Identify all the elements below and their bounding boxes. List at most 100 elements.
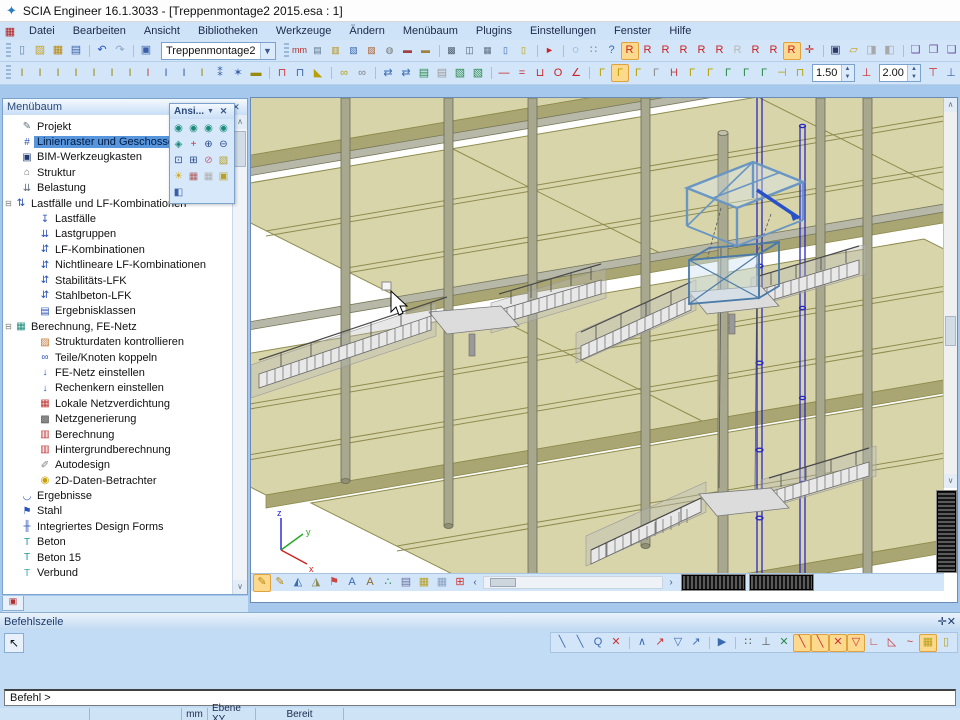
zoom-in-icon[interactable]: ⊕ — [201, 137, 216, 153]
tree-item-strukturdaten[interactable]: ▨ Strukturdaten kontrollieren — [3, 334, 232, 349]
snap-tri-active-icon[interactable]: ▽ — [847, 634, 865, 652]
pane-left-icon[interactable]: ◨ — [863, 42, 881, 60]
haunch-icon[interactable]: ◣ — [309, 64, 327, 82]
draw-parallel-icon[interactable]: = — [513, 64, 531, 82]
nodes-icon[interactable]: ∴ — [379, 574, 397, 592]
support-corner2-icon[interactable]: Γ — [611, 64, 629, 82]
box-green2-icon[interactable]: ▧ — [469, 64, 487, 82]
tree-item-stahlbeton-lfk[interactable]: ⇵ Stahlbeton-LFK — [3, 288, 232, 303]
view-z-icon[interactable]: ◉ — [201, 121, 216, 137]
tree-item-lastfaelle[interactable]: ↧ Lastfälle — [3, 211, 232, 226]
tree-item-lf-kombinationen[interactable]: ⇵ LF-Kombinationen — [3, 242, 232, 257]
command-input[interactable]: Befehl > — [4, 689, 956, 706]
view-2d-icon[interactable]: ▣ — [216, 169, 231, 185]
deselect-icon[interactable]: R — [747, 42, 765, 60]
open-project-icon[interactable]: ▨ — [31, 42, 49, 60]
selection-cursor-button[interactable]: ↖ — [4, 633, 24, 653]
snap-line1-icon[interactable]: ╲ — [553, 634, 571, 652]
spin-arrows[interactable]: ▲▼ — [841, 65, 854, 81]
spin-up-icon[interactable]: ▲ — [908, 65, 920, 73]
scale-spinbox-1[interactable]: 1.50 ▲▼ — [812, 64, 855, 82]
save-all-icon[interactable]: ▦ — [49, 42, 67, 60]
ucs-axes-icon[interactable]: + — [186, 137, 201, 153]
select-nodes-icon[interactable]: R — [621, 42, 639, 60]
cross-link-icon[interactable]: I — [49, 64, 67, 82]
draw-rect-icon[interactable]: ⊔ — [531, 64, 549, 82]
save-icon[interactable]: ▤ — [67, 42, 85, 60]
support-top-icon[interactable]: ⊓ — [791, 64, 809, 82]
link1-icon[interactable]: ∞ — [335, 64, 353, 82]
tree-tab-icon[interactable]: ▣ — [2, 596, 24, 611]
couple-members-icon[interactable]: ⇄ — [379, 64, 397, 82]
app-menu-icon[interactable]: ▦ — [0, 25, 20, 38]
clipboard-icon[interactable]: ▨ — [363, 42, 381, 60]
scroll-thumb[interactable] — [234, 131, 246, 167]
tree-item-2d-daten-betrachter[interactable]: ◉ 2D-Daten-Betrachter — [3, 473, 232, 488]
tree-item-hintergrundberechnung[interactable]: ▥ Hintergrundberechnung — [3, 442, 232, 457]
support-corner1-icon[interactable]: Γ — [593, 64, 611, 82]
roller-symbol-icon[interactable]: ⊥ — [942, 64, 960, 82]
opening-icon[interactable]: I — [139, 64, 157, 82]
tree-item-stahl[interactable]: ⚑ Stahl — [3, 504, 232, 519]
minimized-window-1[interactable] — [682, 575, 745, 590]
keyboard-entry-icon[interactable]: ▦ — [919, 634, 937, 652]
document-alert-icon[interactable]: ▯ — [515, 42, 533, 60]
spin-down-icon[interactable]: ▼ — [908, 73, 920, 81]
tree-item-teile-knoten[interactable]: ∞ Teile/Knoten koppeln — [3, 350, 232, 365]
volumes-icon[interactable]: ◭ — [289, 574, 307, 592]
snap-end-active-icon[interactable]: ╲ — [793, 634, 811, 652]
spin-arrows[interactable]: ▲▼ — [907, 65, 920, 81]
units-icon[interactable]: mm — [291, 42, 309, 60]
labels-icon[interactable]: A — [343, 574, 361, 592]
project-combo[interactable]: Treppenmontage2 ▼ — [161, 42, 276, 60]
draw-line-icon[interactable]: — — [495, 64, 513, 82]
snap-perp-icon[interactable]: ∟ — [865, 634, 883, 652]
hatch-icon[interactable]: I — [193, 64, 211, 82]
layers-icon[interactable]: ▤ — [309, 42, 327, 60]
fe-mesh-icon[interactable]: ⊞ — [451, 574, 469, 592]
minimized-panel-vertical[interactable] — [937, 491, 956, 572]
load-display-icon[interactable]: ▤ — [397, 574, 415, 592]
menu-fenster[interactable]: Fenster — [605, 24, 660, 38]
snap-center-icon[interactable]: ✛ — [801, 42, 819, 60]
tree-item-integriertes-design-forms[interactable]: ╫ Integriertes Design Forms — [3, 519, 232, 534]
midpoint-icon[interactable]: ✕ — [775, 634, 793, 652]
select-slabs-icon[interactable]: R — [657, 42, 675, 60]
close-viewport-icon[interactable]: ▣ — [137, 42, 155, 60]
select-previous-icon[interactable]: R — [729, 42, 747, 60]
select-dimensions-icon[interactable]: R — [711, 42, 729, 60]
command-panel-header[interactable]: Befehlszeile ✛ ✕ — [0, 613, 960, 630]
beds-icon[interactable]: ▬ — [399, 42, 417, 60]
tree-item-autodesign[interactable]: ✐ Autodesign — [3, 458, 232, 473]
spin-up-icon[interactable]: ▲ — [842, 65, 854, 73]
scroll-up-icon[interactable]: ∧ — [233, 115, 247, 129]
light-icon[interactable]: ☀ — [171, 169, 186, 185]
snap-node-icon[interactable]: ∧ — [633, 634, 651, 652]
tree-item-verbund[interactable]: T Verbund — [3, 565, 232, 580]
snap-delete-icon[interactable]: ✕ — [607, 634, 625, 652]
ortho-icon[interactable]: ⊥ — [757, 634, 775, 652]
free-node-icon[interactable]: ✶ — [229, 64, 247, 82]
cursor-snap-icon[interactable]: ▶ — [713, 634, 731, 652]
viewport-vertical-scrollbar[interactable]: ∧ ∨ — [943, 98, 957, 488]
tree-item-beton[interactable]: T Beton — [3, 535, 232, 550]
view-perspective-icon[interactable]: ◈ — [171, 137, 186, 153]
catalog-green-icon[interactable]: ▤ — [415, 64, 433, 82]
scroll-down-icon[interactable]: ∨ — [233, 580, 247, 594]
couple-nodes-icon[interactable]: ⇄ — [397, 64, 415, 82]
twisty-icon[interactable]: ⊟ — [3, 322, 14, 331]
tree-item-berechnung[interactable]: ▥ Berechnung — [3, 427, 232, 442]
palette-header[interactable]: Ansi... ▼ ✕ — [170, 104, 234, 119]
support-corner3-icon[interactable]: Γ — [629, 64, 647, 82]
snap-line2-icon[interactable]: ╲ — [571, 634, 589, 652]
tree-item-rechenkern[interactable]: ↓ Rechenkern einstellen — [3, 381, 232, 396]
print-preview-icon[interactable]: ◫ — [461, 42, 479, 60]
redo-icon[interactable]: ↷ — [111, 42, 129, 60]
tree-item-stabilitaets-lfk[interactable]: ⇵ Stabilitäts-LFK — [3, 273, 232, 288]
snap-endpoint-icon[interactable]: ↗ — [651, 634, 669, 652]
select-beams-icon[interactable]: R — [639, 42, 657, 60]
snap-triangle-icon[interactable]: ▽ — [669, 634, 687, 652]
clip-on-icon[interactable]: ▦ — [186, 169, 201, 185]
hinge-symbol-icon[interactable]: ⊤ — [924, 64, 942, 82]
spin-down-icon[interactable]: ▼ — [842, 73, 854, 81]
